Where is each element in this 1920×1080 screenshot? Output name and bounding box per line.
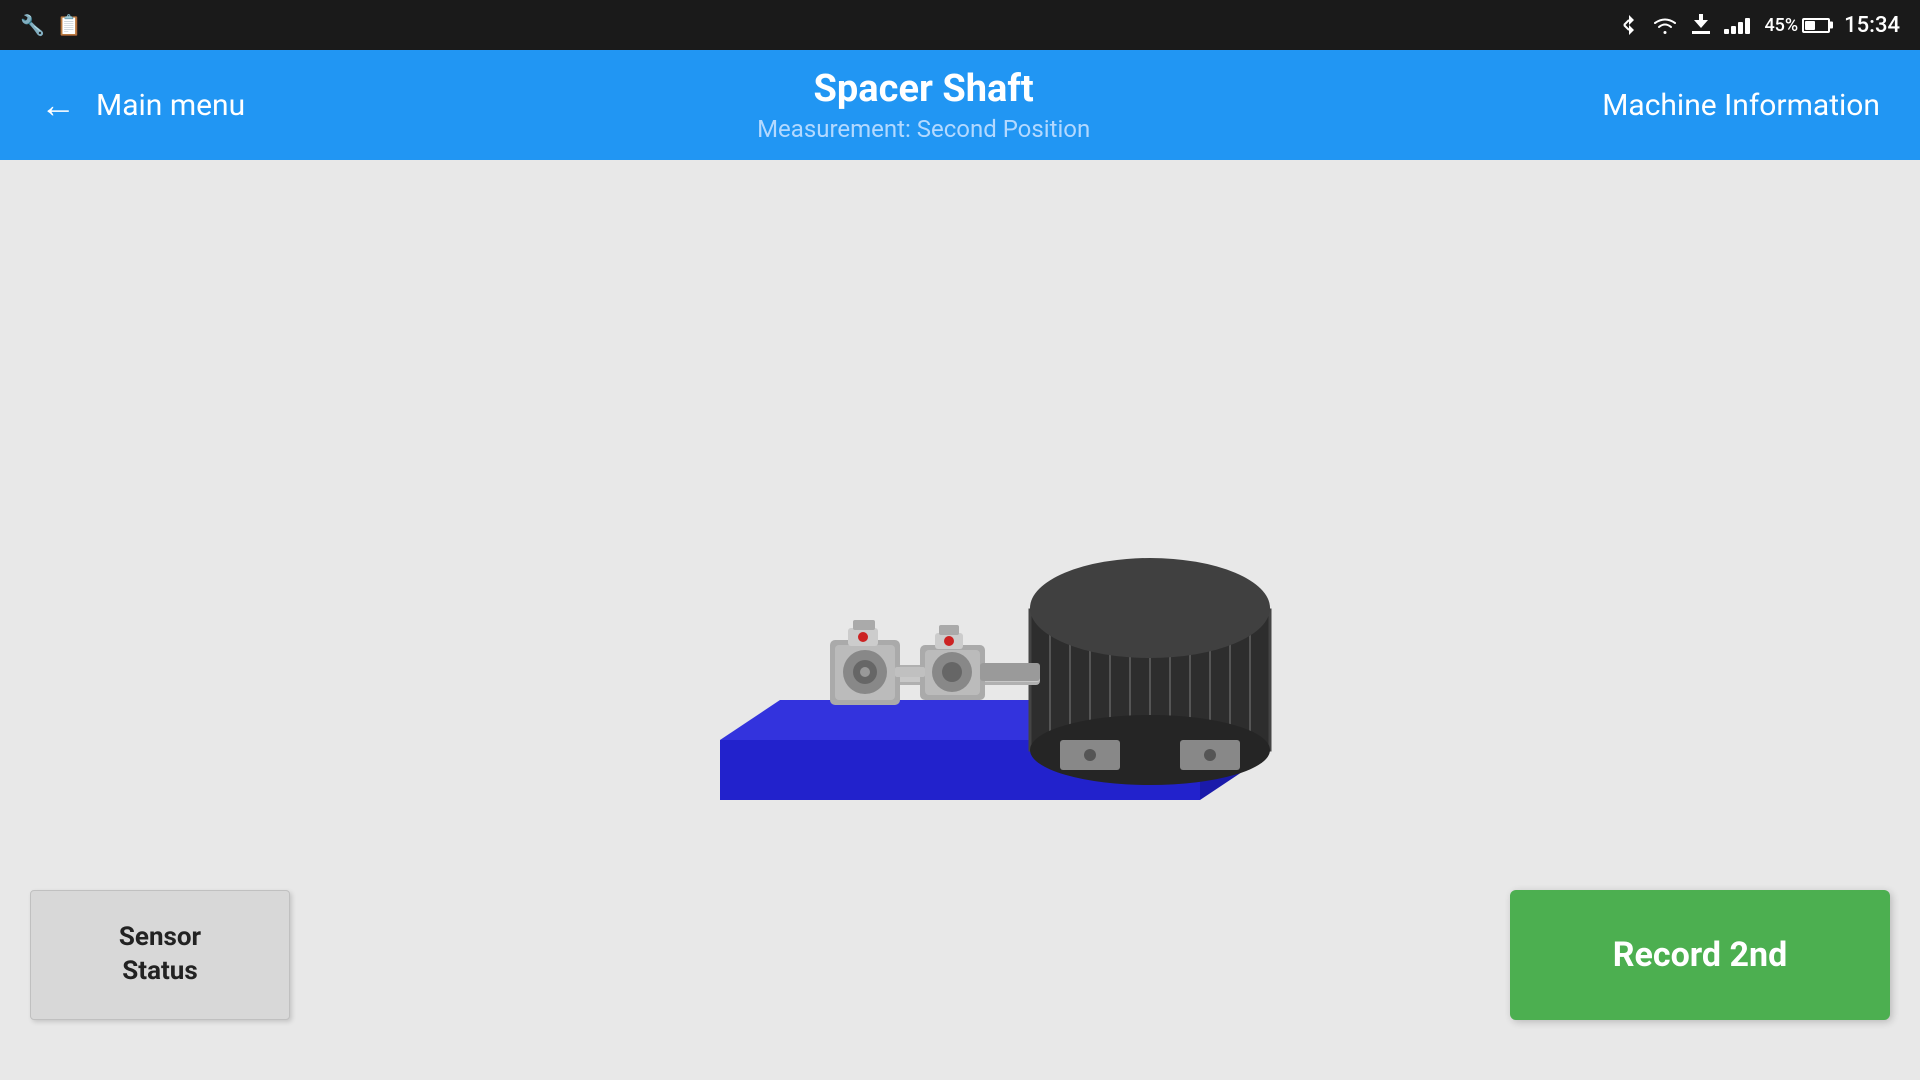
machine-illustration — [610, 330, 1310, 910]
clipboard-icon: 📋 — [57, 13, 82, 37]
signal-bars — [1724, 16, 1750, 34]
download-icon — [1692, 14, 1710, 36]
time-display: 15:34 — [1844, 13, 1900, 38]
status-bar-right: 45% 15:34 — [1620, 13, 1900, 38]
nav-bar: ← Main menu Spacer Shaft Measurement: Se… — [0, 50, 1920, 160]
back-arrow-icon: ← — [40, 84, 76, 126]
wifi-icon — [1652, 15, 1678, 35]
record-2nd-label: Record 2nd — [1613, 935, 1787, 975]
page-title: Spacer Shaft — [757, 67, 1090, 111]
nav-center: Spacer Shaft Measurement: Second Positio… — [757, 67, 1090, 143]
machine-information-button[interactable]: Machine Information — [1602, 88, 1880, 123]
sensor-status-button[interactable]: Sensor Status — [30, 890, 290, 1020]
battery-container: 45% — [1764, 15, 1830, 36]
battery-icon — [1802, 18, 1830, 33]
record-2nd-button[interactable]: Record 2nd — [1510, 890, 1890, 1020]
sensor-status-label: Sensor Status — [119, 921, 201, 989]
status-bar-left: 🔧 📋 — [20, 13, 82, 37]
wrench-icon: 🔧 — [20, 13, 45, 37]
status-bar: 🔧 📋 45% — [0, 0, 1920, 50]
main-content: Sensor Status Record 2nd — [0, 160, 1920, 1080]
page-subtitle: Measurement: Second Position — [757, 115, 1090, 143]
battery-percent: 45% — [1764, 15, 1798, 36]
main-menu-label: Main menu — [96, 88, 245, 123]
nav-back-button[interactable]: ← Main menu — [40, 84, 245, 126]
bluetooth-icon — [1620, 13, 1638, 37]
